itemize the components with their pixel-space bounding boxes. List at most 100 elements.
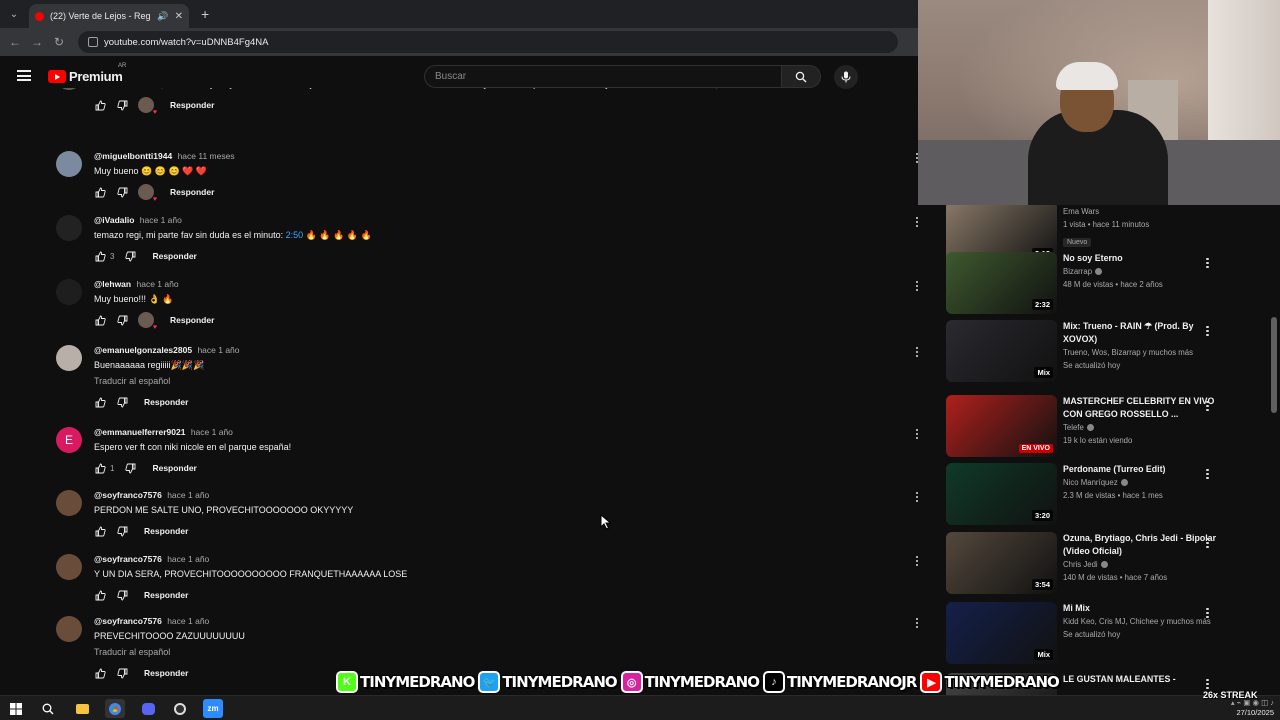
reply-button[interactable]: Responder (144, 526, 188, 536)
video-thumbnail[interactable]: Mix (946, 320, 1057, 382)
video-title[interactable]: LE GUSTAN MALEANTES - (1063, 673, 1223, 686)
comment-author[interactable]: @soyfranco7576 (94, 616, 162, 626)
reply-button[interactable]: Responder (144, 397, 188, 407)
browser-tab[interactable]: (22) Verte de Lejos - Regin... 🔊 ✕ (29, 4, 189, 28)
search-icon[interactable] (38, 699, 58, 718)
comment-author[interactable]: @soyfranco7576 (94, 490, 162, 500)
comment-author[interactable]: @emanuelgonzales2805 (94, 345, 192, 355)
video-thumbnail[interactable]: Mix (946, 602, 1057, 664)
like-icon[interactable] (94, 525, 106, 537)
reload-icon[interactable]: ↻ (48, 35, 70, 49)
video-thumbnail[interactable]: EN VIVO (946, 395, 1057, 457)
avatar[interactable] (56, 88, 82, 90)
reply-button[interactable]: Responder (170, 187, 214, 197)
comment-time[interactable]: hace 1 año (167, 490, 209, 500)
avatar[interactable] (56, 151, 82, 177)
search-input[interactable]: Buscar (424, 65, 782, 88)
file-explorer-icon[interactable] (72, 699, 92, 718)
reply-button[interactable]: Responder (144, 668, 188, 678)
reply-button[interactable]: Responder (152, 463, 196, 473)
close-tab-icon[interactable]: ✕ (175, 11, 183, 22)
forward-icon[interactable]: → (26, 35, 48, 49)
like-icon[interactable] (94, 462, 106, 474)
translate-link[interactable]: Traducir al español (94, 647, 874, 659)
like-icon[interactable] (94, 589, 106, 601)
windows-start-icon[interactable] (6, 699, 26, 718)
comment-time[interactable]: hace 1 año (167, 554, 209, 564)
sidebar-scrollbar[interactable] (1271, 317, 1277, 413)
video-menu-icon[interactable] (1206, 399, 1209, 413)
avatar[interactable] (56, 490, 82, 516)
video-channel[interactable]: Chris Jedi (1063, 560, 1098, 569)
menu-icon[interactable] (17, 70, 31, 81)
video-menu-icon[interactable] (1206, 536, 1209, 550)
like-icon[interactable] (94, 314, 106, 326)
address-bar[interactable]: youtube.com/watch?v=uDNNB4Fg4NA (78, 31, 898, 53)
dislike-icon[interactable] (116, 525, 128, 537)
dislike-icon[interactable] (116, 396, 128, 408)
reply-button[interactable]: Responder (144, 590, 188, 600)
dislike-icon[interactable] (124, 250, 136, 262)
video-menu-icon[interactable] (1206, 324, 1209, 338)
video-channel[interactable]: Ema Wars (1063, 207, 1099, 216)
like-icon[interactable] (94, 99, 106, 111)
dislike-icon[interactable] (116, 99, 128, 111)
speaker-icon[interactable]: 🔊 (157, 11, 168, 22)
back-icon[interactable]: ← (4, 35, 26, 49)
zoom-icon[interactable]: zm (203, 699, 223, 718)
video-thumbnail[interactable]: 3:54 (946, 532, 1057, 594)
video-menu-icon[interactable] (1206, 467, 1209, 481)
video-title[interactable]: Perdoname (Turreo Edit) (1063, 463, 1223, 476)
video-title[interactable]: No soy Eterno (1063, 252, 1223, 265)
avatar[interactable] (56, 345, 82, 371)
reply-button[interactable]: Responder (152, 251, 196, 261)
reply-button[interactable]: Responder (170, 315, 214, 325)
video-thumbnail[interactable]: 3:20 (946, 463, 1057, 525)
comment-author[interactable]: @iVadalio (94, 215, 134, 225)
dislike-icon[interactable] (116, 314, 128, 326)
tab-search-icon[interactable]: ⌄ (3, 4, 25, 24)
comment-author[interactable]: @miguelbontti1944 (94, 151, 172, 161)
new-tab-icon[interactable]: + (201, 6, 209, 22)
comment-author[interactable]: @lehwan (94, 279, 131, 289)
video-thumbnail[interactable]: 2:32 (946, 252, 1057, 314)
comment-time[interactable]: hace 1 año (191, 427, 233, 437)
comment-time[interactable]: hace 1 año (136, 279, 178, 289)
video-title[interactable]: Mix: Trueno - RAIN ☂ (Prod. By XOVOX) (1063, 320, 1223, 346)
avatar[interactable] (56, 554, 82, 580)
youtube-logo[interactable]: Premium AR (48, 63, 126, 84)
video-channel[interactable]: Kidd Keo, Cris MJ, Chichee y muchos más (1063, 617, 1211, 626)
video-menu-icon[interactable] (1206, 256, 1209, 270)
dislike-icon[interactable] (116, 667, 128, 679)
video-title[interactable]: MASTERCHEF CELEBRITY EN VIVO CON GREGO R… (1063, 395, 1223, 421)
reply-button[interactable]: Responder (170, 100, 214, 110)
like-icon[interactable] (94, 250, 106, 262)
like-icon[interactable] (94, 396, 106, 408)
avatar[interactable]: E (56, 427, 82, 453)
dislike-icon[interactable] (116, 589, 128, 601)
comment-author[interactable]: @emmanuelferrer9021 (94, 427, 185, 437)
like-icon[interactable] (94, 667, 106, 679)
avatar[interactable] (56, 616, 82, 642)
comment-time[interactable]: hace 1 año (167, 616, 209, 626)
like-icon[interactable] (94, 186, 106, 198)
comment-timestamp-link[interactable]: 2:50 (286, 230, 304, 240)
translate-link[interactable]: Traducir al español (94, 376, 874, 388)
video-channel[interactable]: Bizarrap (1063, 267, 1092, 276)
video-channel[interactable]: Trueno, Wos, Bizarrap y muchos más (1063, 348, 1193, 357)
dislike-icon[interactable] (116, 186, 128, 198)
discord-icon[interactable] (138, 699, 158, 718)
dislike-icon[interactable] (124, 462, 136, 474)
video-channel[interactable]: Nico Manríquez (1063, 478, 1118, 487)
video-channel[interactable]: Telefe (1063, 423, 1084, 432)
system-tray[interactable]: ▴ ⌁ ▣ ◉ ◫ ♪ 27/10/2025 (1231, 698, 1274, 718)
search-button[interactable] (781, 65, 821, 88)
avatar[interactable] (56, 279, 82, 305)
voice-search-button[interactable] (834, 65, 858, 89)
obs-icon[interactable] (170, 699, 190, 718)
comment-author[interactable]: @soyfranco7576 (94, 554, 162, 564)
video-title[interactable]: Ozuna, Brytiago, Chris Jedi - Bipolar (V… (1063, 532, 1223, 558)
chrome-icon[interactable] (105, 699, 125, 718)
avatar[interactable] (56, 215, 82, 241)
comment-time[interactable]: hace 1 año (140, 215, 182, 225)
